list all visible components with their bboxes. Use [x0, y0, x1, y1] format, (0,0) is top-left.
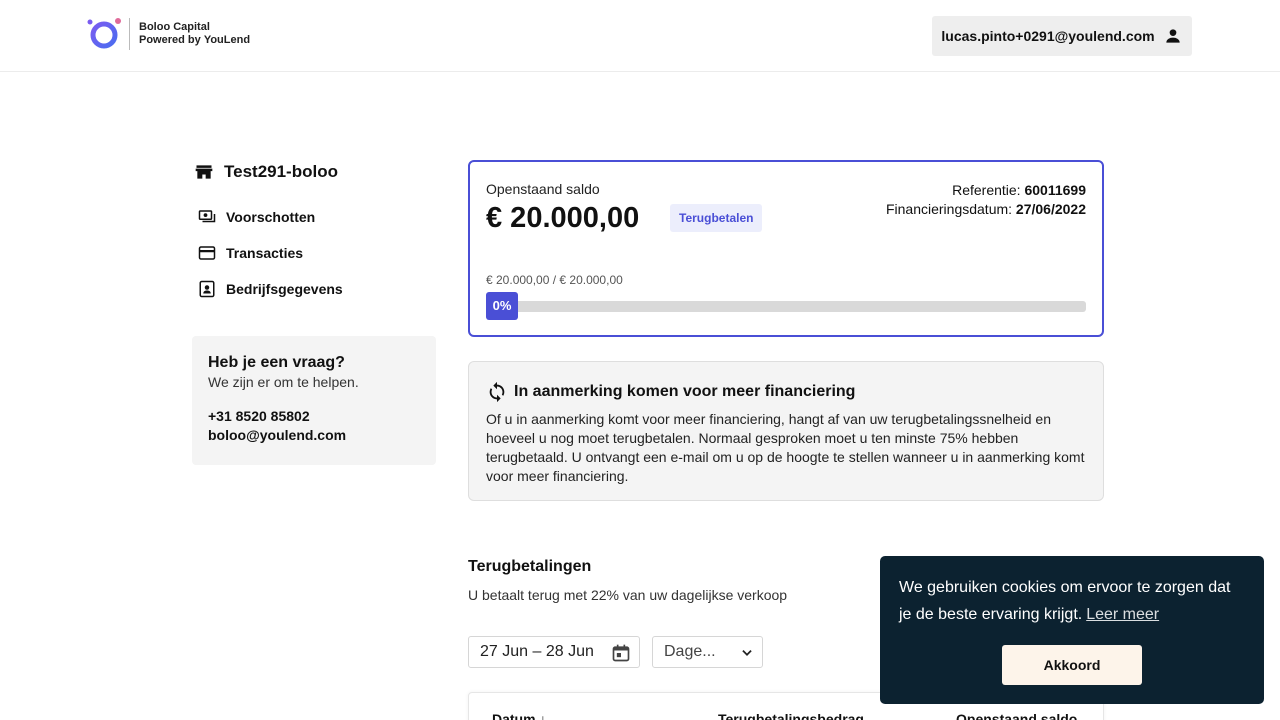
company-name: Test291-boloo [194, 160, 436, 184]
funding-date-value: 27/06/2022 [1015, 201, 1086, 217]
info-title: In aanmerking komen voor meer financieri… [514, 383, 856, 400]
reference-block: Referentie: 60011699 Financieringsdatum:… [886, 181, 1086, 219]
cookie-text: We gebruiken cookies om ervoor te zorgen… [899, 574, 1245, 628]
help-title: Heb je een vraag? [208, 354, 345, 371]
date-range-picker[interactable]: 27 Jun – 28 Jun [468, 636, 640, 668]
logo-divider [129, 18, 130, 50]
financing-info-card: In aanmerking komen voor meer financieri… [468, 361, 1104, 501]
period-select[interactable]: Dage... [652, 636, 763, 668]
logo-text: Boloo Capital Powered by YouLend [139, 21, 250, 47]
logo-line1: Boloo Capital [139, 21, 210, 33]
cookie-learn-more-link[interactable]: Leer meer [1086, 606, 1159, 623]
info-title-row: In aanmerking komen voor meer financieri… [486, 380, 1086, 404]
sidebar-item-voorschotten[interactable]: Voorschotten [198, 207, 315, 227]
progress-text: € 20.000,00 / € 20.000,00 [486, 273, 623, 287]
progress-percent: 0% [486, 292, 518, 320]
progress-track [486, 301, 1086, 312]
calendar-icon[interactable] [611, 643, 631, 663]
help-phone[interactable]: +31 8520 85802 [208, 407, 420, 426]
sidebar-item-transacties[interactable]: Transacties [198, 243, 303, 263]
repay-badge[interactable]: Terugbetalen [670, 204, 763, 232]
reference-value: 60011699 [1024, 182, 1086, 198]
refresh-icon [489, 381, 505, 403]
user-email: lucas.pinto+0291@youlend.com [941, 28, 1155, 44]
person-icon [1165, 29, 1180, 43]
repayments-subtitle: U betaalt terug met 22% van uw dagelijks… [468, 587, 788, 603]
money-icon [198, 210, 216, 223]
logo-brand: YouLend [203, 34, 251, 46]
logo-line2: Powered by [139, 34, 201, 46]
balance-card: Openstaand saldo € 20.000,00 Terugbetale… [468, 160, 1104, 337]
company-label: Test291-boloo [224, 162, 338, 181]
contact-icon [199, 280, 215, 298]
cookie-message: We gebruiken cookies om ervoor te zorgen… [899, 579, 1231, 623]
balance-label: Openstaand saldo [486, 181, 600, 197]
reference-label: Referentie: [952, 182, 1021, 198]
sidebar-item-bedrijfsgegevens[interactable]: Bedrijfsgegevens [198, 279, 343, 299]
logo-mark-icon [87, 17, 123, 51]
info-body: Of u in aanmerking komt voor meer financ… [486, 411, 1085, 484]
card-icon [198, 246, 216, 260]
sidebar-item-label: Bedrijfsgegevens [226, 281, 343, 297]
logo[interactable]: Boloo Capital Powered by YouLend [87, 17, 250, 51]
repayments-title: Terugbetalingen [468, 558, 592, 575]
sidebar-item-label: Voorschotten [226, 209, 316, 225]
cookie-banner: We gebruiken cookies om ervoor te zorgen… [880, 556, 1264, 704]
column-header-datum[interactable]: Datum ↓ [492, 711, 546, 720]
chevron-down-icon [742, 650, 752, 656]
column-header-amount[interactable]: Terugbetalingsbedrag [718, 711, 864, 720]
sidebar: Test291-boloo Voorschotten Transacties B… [192, 160, 436, 465]
funding-date-label: Financieringsdatum: [885, 201, 1013, 217]
cookie-accept-button[interactable]: Akkoord [1002, 645, 1142, 685]
help-box: Heb je een vraag? We zijn er om te helpe… [192, 336, 436, 465]
help-subtitle: We zijn er om te helpen. [208, 374, 359, 390]
date-range-value: 27 Jun – 28 Jun [480, 643, 594, 660]
store-icon [195, 165, 213, 179]
help-email[interactable]: boloo@youlend.com [208, 426, 420, 445]
column-header-balance[interactable]: Openstaand saldo [956, 711, 1077, 720]
sidebar-item-label: Transacties [226, 245, 304, 261]
user-menu-button[interactable]: lucas.pinto+0291@youlend.com [932, 16, 1192, 56]
top-header: Boloo Capital Powered by YouLend lucas.p… [0, 0, 1280, 72]
period-select-value: Dage... [664, 643, 716, 660]
balance-amount: € 20.000,00 [486, 202, 640, 234]
